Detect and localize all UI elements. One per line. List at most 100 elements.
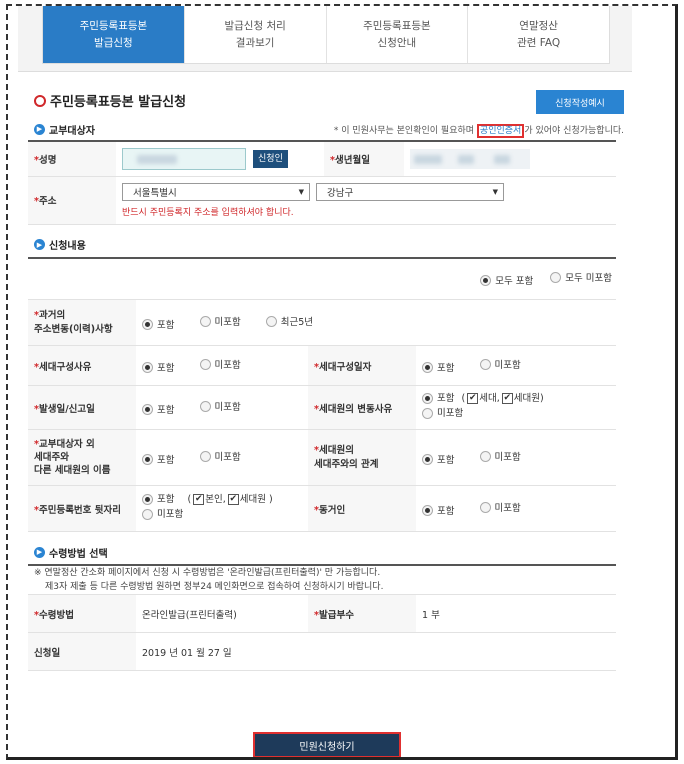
city-select[interactable]: 서울특별시 ▼ bbox=[122, 182, 310, 201]
district-select[interactable]: 강남구 ▼ bbox=[316, 182, 505, 201]
household-reason-exclude[interactable]: 미포함 bbox=[199, 357, 241, 371]
cert-notice: * 이 민원사무는 본인확인이 필요하며 공인인증서 가 있어야 신청가능합니다. bbox=[333, 123, 624, 138]
household-date-include[interactable]: 포함 bbox=[422, 360, 454, 374]
name-cell: 신청인 bbox=[116, 141, 324, 177]
tab-apply[interactable]: 주민등록표등본 발급신청 bbox=[43, 6, 185, 63]
id-suffix-options: 포함 (✔ 본인, ✔ 세대원 ) 미포함 bbox=[136, 485, 308, 532]
relation-options: 포함 미포함 bbox=[416, 429, 616, 486]
redacted-name bbox=[137, 154, 177, 164]
id-suffix-exclude[interactable]: 미포함 bbox=[142, 507, 183, 522]
id-suffix-checks: (✔ 본인, ✔ 세대원 ) bbox=[187, 494, 273, 505]
other-members-label: *교부대상자 외 세대주와 다른 세대원의 이름 bbox=[28, 429, 136, 486]
address-history-recent5[interactable]: 최근5년 bbox=[265, 314, 313, 328]
address-warning: 반드시 주민등록지 주소를 입력하셔야 합니다. bbox=[122, 207, 294, 218]
copies-label: *발급부수 bbox=[308, 594, 416, 633]
section-receipt-header: ▶ 수령방법 선택 bbox=[34, 540, 616, 564]
section-receipt-title: 수령방법 선택 bbox=[49, 548, 108, 560]
member-checkbox[interactable]: ✔ bbox=[501, 393, 513, 404]
tab-guide[interactable]: 주민등록표등본 신청안내 bbox=[327, 6, 469, 63]
relation-label: *세대원의 세대주와의 관계 bbox=[308, 429, 416, 486]
redacted-day bbox=[494, 154, 510, 164]
title-circle-icon bbox=[34, 95, 46, 107]
address-row: *주소 서울특별시 ▼ 강남구 ▼ 반드시 주민등록지 주소를 입력하셔야 합니다. bbox=[28, 176, 616, 225]
method-value: 온라인발급(프린터출력) bbox=[136, 594, 308, 633]
tab-bar: 주민등록표등본 발급신청 발급신청 처리 결과보기 주민등록표등본 신청안내 연… bbox=[42, 6, 610, 64]
dob-label-cell: *생년월일 bbox=[324, 141, 404, 177]
other-members-exclude[interactable]: 미포함 bbox=[199, 449, 241, 463]
cert-link[interactable]: 공인인증서 bbox=[476, 124, 525, 138]
tab-results[interactable]: 발급신청 처리 결과보기 bbox=[185, 6, 327, 63]
member-change-include[interactable]: 포함 bbox=[422, 391, 454, 406]
report-date-include[interactable]: 포함 bbox=[142, 402, 174, 416]
cohabitant-exclude[interactable]: 미포함 bbox=[479, 500, 521, 514]
main-content: 주민등록표등본 발급신청 신청작성예시 ▶ 교부대상자 * 이 민원사무는 본인… bbox=[28, 86, 624, 671]
report-date-exclude[interactable]: 미포함 bbox=[199, 399, 241, 413]
household-reason-include[interactable]: 포함 bbox=[142, 360, 174, 374]
member-change-options: 포함 (✔ 세대, ✔ 세대원) 미포함 bbox=[416, 385, 616, 430]
all-exclude-radio[interactable]: 모두 미포함 bbox=[550, 270, 612, 284]
other-members-row: *교부대상자 외 세대주와 다른 세대원의 이름 포함 미포함 *세대원의 세대… bbox=[28, 429, 616, 486]
name-label: 성명 bbox=[38, 154, 57, 166]
report-date-label: *발생일/신고일 bbox=[28, 385, 136, 430]
address-label-cell: *주소 bbox=[28, 176, 116, 225]
date-label: 신청일 bbox=[28, 632, 136, 671]
district-select-value: 강남구 bbox=[327, 187, 354, 199]
household-date-exclude[interactable]: 미포함 bbox=[479, 357, 521, 371]
redacted-year bbox=[414, 154, 442, 164]
household-checkbox[interactable]: ✔ bbox=[467, 393, 479, 404]
household-date-options: 포함 미포함 bbox=[416, 345, 616, 386]
dob-label: 생년월일 bbox=[334, 154, 370, 166]
chevron-right-icon: ▶ bbox=[34, 546, 45, 558]
household-date-label: *세대구성일자 bbox=[308, 345, 416, 386]
address-history-exclude[interactable]: 미포함 bbox=[199, 314, 241, 328]
memo-line-2: 제3자 제출 등 다른 수령방법 원하면 정부24 메인화면으로 접속하여 신청… bbox=[45, 582, 384, 592]
caret-down-icon: ▼ bbox=[492, 187, 499, 196]
caret-down-icon: ▼ bbox=[298, 187, 304, 196]
applicant-button[interactable]: 신청인 bbox=[253, 149, 288, 168]
relation-include[interactable]: 포함 bbox=[422, 452, 454, 466]
other-members-options: 포함 미포함 bbox=[136, 429, 308, 486]
address-history-label: *과거의 주소변동(이력)사항 bbox=[28, 299, 136, 346]
copies-value: 1 부 bbox=[416, 594, 616, 633]
other-members-include[interactable]: 포함 bbox=[142, 452, 174, 466]
all-include-radio[interactable]: 모두 포함 bbox=[480, 273, 533, 287]
report-date-row: *발생일/신고일 포함 미포함 *세대원의 변동사유 포함 (✔ 세대, ✔ 세대원)… bbox=[28, 385, 616, 430]
all-toggle-row: 모두 포함 모두 미포함 bbox=[28, 257, 616, 300]
section-recipient-title: 교부대상자 bbox=[49, 125, 95, 137]
section-content-title: 신청내용 bbox=[49, 241, 86, 252]
method-row: *수령방법 온라인발급(프린터출력) *발급부수 1 부 bbox=[28, 594, 616, 633]
member-change-exclude[interactable]: 미포함 bbox=[422, 406, 463, 421]
name-input[interactable] bbox=[122, 147, 246, 170]
section-content-header: ▶ 신청내용 bbox=[34, 233, 616, 257]
notice-text-post: 가 있어야 신청가능합니다. bbox=[524, 126, 624, 136]
date-value: 2019 년 01 월 27 일 bbox=[136, 632, 616, 671]
city-select-value: 서울특별시 bbox=[133, 187, 177, 199]
household-reason-options: 포함 미포함 bbox=[136, 345, 308, 386]
tab-bar-background: 주민등록표등본 발급신청 발급신청 처리 결과보기 주민등록표등본 신청안내 연… bbox=[18, 6, 632, 72]
report-date-options: 포함 미포함 bbox=[136, 385, 308, 430]
id-suffix-include[interactable]: 포함 bbox=[142, 492, 174, 507]
tab-faq[interactable]: 연말정산 관련 FAQ bbox=[468, 6, 609, 63]
id-suffix-row: *주민등록번호 뒷자리 포함 (✔ 본인, ✔ 세대원 ) 미포함 *동거인 포함 미… bbox=[28, 485, 616, 532]
memo-line-1: ※ 연말정산 간소화 페이지에서 신청 시 수령방법은 '온라인발급(프린터출력… bbox=[34, 568, 381, 578]
id-suffix-label: *주민등록번호 뒷자리 bbox=[28, 485, 136, 532]
cohabitant-options: 포함 미포함 bbox=[416, 485, 616, 532]
members-checkbox[interactable]: ✔ bbox=[227, 494, 239, 505]
name-row: *성명 신청인 *생년월일 bbox=[28, 141, 616, 177]
household-reason-row: *세대구성사유 포함 미포함 *세대구성일자 포함 미포함 bbox=[28, 345, 616, 386]
receipt-table: ※ 연말정산 간소화 페이지에서 신청 시 수령방법은 '온라인발급(프린터출력… bbox=[28, 564, 616, 671]
self-checkbox[interactable]: ✔ bbox=[193, 494, 205, 505]
member-change-label: *세대원의 변동사유 bbox=[308, 385, 416, 430]
section-recipient-header: ▶ 교부대상자 * 이 민원사무는 본인확인이 필요하며 공인인증서 가 있어야 … bbox=[34, 118, 624, 140]
notice-text-pre: * 이 민원사무는 본인확인이 필요하며 bbox=[333, 126, 475, 136]
submit-button[interactable]: 민원신청하기 bbox=[253, 732, 401, 757]
cohabitant-include[interactable]: 포함 bbox=[422, 503, 454, 517]
example-button[interactable]: 신청작성예시 bbox=[536, 90, 624, 114]
chevron-right-icon: ▶ bbox=[34, 239, 45, 250]
member-change-checks: (✔ 세대, ✔ 세대원) bbox=[461, 393, 544, 404]
address-history-options: 포함 미포함 최근5년 bbox=[136, 299, 616, 346]
address-history-include[interactable]: 포함 bbox=[142, 317, 174, 331]
address-label: 주소 bbox=[38, 196, 57, 207]
relation-exclude[interactable]: 미포함 bbox=[479, 449, 521, 463]
page-title: 주민등록표등본 발급신청 bbox=[50, 95, 187, 110]
